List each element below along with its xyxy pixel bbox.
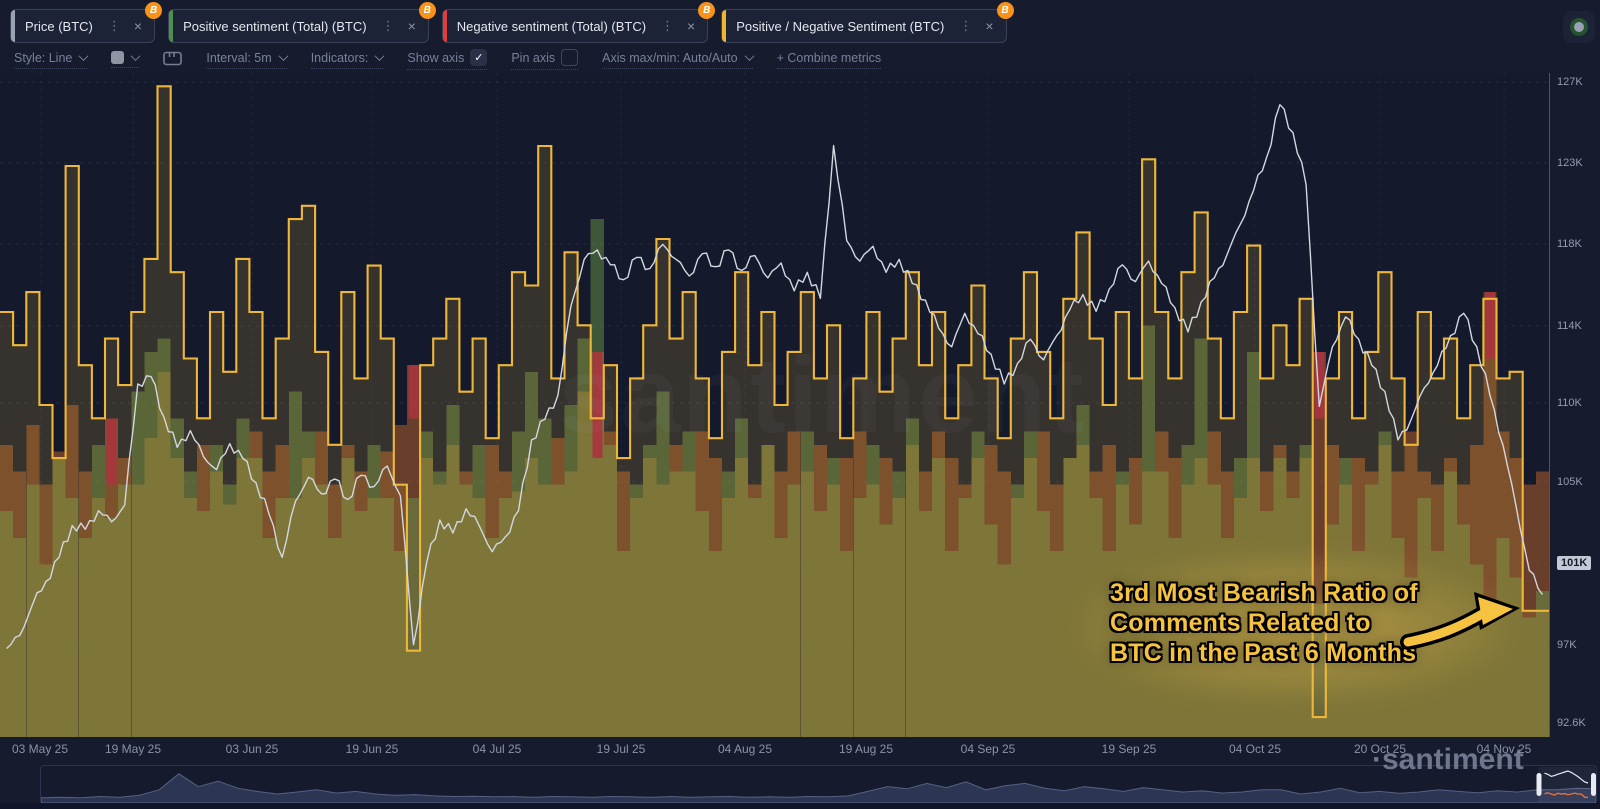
y-tick-label: 97K — [1557, 639, 1577, 651]
interval-label: Interval: 5m — [206, 51, 271, 65]
tab-accent-bar — [11, 10, 15, 42]
chevron-down-icon — [79, 51, 89, 61]
x-tick-label: 04 Sep 25 — [961, 742, 1016, 756]
tab-accent-bar — [722, 10, 726, 42]
tab-menu-button[interactable]: ⋮ — [956, 18, 975, 34]
btc-badge-icon: B — [997, 2, 1014, 19]
x-tick-label: 03 Jun 25 — [226, 742, 279, 756]
tab-menu-button[interactable]: ⋮ — [379, 18, 398, 34]
annotation-line: 3rd Most Bearish Ratio of — [1110, 578, 1418, 608]
date-x-axis: 03 May 25 19 May 25 03 Jun 25 19 Jun 25 04 J… — [0, 737, 1549, 761]
tab-label: Positive sentiment (Total) (BTC) — [183, 19, 367, 34]
navigator-handle-left[interactable] — [1537, 773, 1542, 796]
combine-metrics-button[interactable]: + Combine metrics — [777, 51, 882, 69]
combine-metrics-label: + Combine metrics — [777, 51, 882, 65]
price-y-axis: 127K 123K 118K 114K 110K 105K 101K 97K 92.6K — [1549, 73, 1600, 737]
chevron-down-icon — [744, 51, 754, 61]
tab-accent-bar — [169, 10, 173, 42]
x-tick-label: 03 May 25 — [12, 742, 68, 756]
indicators-label: Indicators: — [311, 51, 369, 65]
style-label: Style: Line — [14, 51, 72, 65]
tab-close-button[interactable]: × — [983, 18, 995, 34]
timeline-navigator[interactable] — [40, 765, 1597, 804]
x-tick-label: 04 Jul 25 — [473, 742, 522, 756]
annotation-arrow-icon — [1398, 580, 1524, 652]
tab-label: Positive / Negative Sentiment (BTC) — [736, 19, 944, 34]
x-tick-label: 04 Nov 25 — [1477, 742, 1532, 756]
x-tick-label: 04 Aug 25 — [718, 742, 772, 756]
x-tick-label: 04 Oct 25 — [1229, 742, 1281, 756]
chevron-down-icon — [278, 51, 288, 61]
annotation-line: BTC in the Past 6 Months — [1110, 638, 1418, 668]
x-tick-label: 19 Sep 25 — [1102, 742, 1157, 756]
current-price-badge: 101K — [1557, 556, 1591, 570]
x-tick-label: 20 Oct 25 — [1354, 742, 1406, 756]
pin-axis-toggle[interactable]: Pin axis — [511, 49, 578, 70]
tab-close-button[interactable]: × — [685, 18, 697, 34]
tab-label: Negative sentiment (Total) (BTC) — [457, 19, 646, 34]
btc-badge-icon: B — [419, 2, 436, 19]
color-swatch — [111, 51, 124, 64]
metric-tab-bar: Price (BTC)⋮×BPositive sentiment (Total)… — [0, 0, 1600, 46]
annotation-text: 3rd Most Bearish Ratio of Comments Relat… — [1110, 578, 1418, 668]
tab-pos-neg-ratio[interactable]: Positive / Negative Sentiment (BTC)⋮×B — [721, 9, 1006, 43]
y-tick-label: 92.6K — [1557, 717, 1586, 729]
axis-minmax-select[interactable]: Axis max/min: Auto/Auto — [602, 51, 752, 69]
x-tick-label: 19 Jun 25 — [346, 742, 399, 756]
show-axis-checkbox[interactable]: ✓ — [470, 49, 487, 66]
tab-positive-sentiment[interactable]: Positive sentiment (Total) (BTC)⋮×B — [168, 9, 429, 43]
bottom-strip — [0, 803, 1600, 809]
chart-toolbar: Style: Line Interval: 5m Indicators: Sho… — [0, 46, 1600, 73]
y-tick-label: 110K — [1557, 397, 1582, 409]
x-tick-label: 19 Aug 25 — [839, 742, 893, 756]
axis-minmax-label: Axis max/min: Auto/Auto — [602, 51, 737, 65]
tab-negative-sentiment[interactable]: Negative sentiment (Total) (BTC)⋮×B — [442, 9, 708, 43]
interval-select[interactable]: Interval: 5m — [206, 51, 286, 69]
y-tick-label: 123K — [1557, 157, 1583, 169]
navigator-handle-right[interactable] — [1591, 773, 1596, 796]
pin-axis-label: Pin axis — [511, 51, 555, 65]
annotation-line: Comments Related to — [1110, 608, 1418, 638]
indicators-select[interactable]: Indicators: — [311, 51, 384, 69]
btc-badge-icon: B — [145, 2, 162, 19]
show-axis-toggle[interactable]: Show axis ✓ — [407, 49, 487, 70]
btc-badge-icon: B — [698, 2, 715, 19]
x-tick-label: 19 Jul 25 — [597, 742, 646, 756]
style-select[interactable]: Style: Line — [14, 51, 87, 69]
axis-style-button[interactable] — [163, 51, 182, 69]
status-indicator-button[interactable] — [1563, 11, 1595, 43]
chevron-down-icon — [131, 51, 141, 61]
tab-close-button[interactable]: × — [406, 18, 418, 34]
status-ring-icon — [1570, 18, 1588, 36]
chevron-down-icon — [375, 51, 385, 61]
tab-accent-bar — [443, 10, 447, 42]
ruler-icon — [163, 51, 182, 66]
y-tick-label: 114K — [1557, 320, 1582, 332]
tab-label: Price (BTC) — [25, 19, 93, 34]
y-tick-label: 105K — [1557, 476, 1583, 488]
x-tick-label: 19 May 25 — [105, 742, 161, 756]
tab-menu-button[interactable]: ⋮ — [658, 18, 677, 34]
color-swatch-select[interactable] — [111, 51, 139, 68]
y-tick-label: 118K — [1557, 238, 1582, 250]
santiment-chart-app: Price (BTC)⋮×BPositive sentiment (Total)… — [0, 0, 1600, 809]
show-axis-label: Show axis — [407, 51, 464, 65]
tab-menu-button[interactable]: ⋮ — [105, 18, 124, 34]
pin-axis-checkbox[interactable] — [561, 49, 578, 66]
y-tick-label: 127K — [1557, 76, 1583, 88]
tab-price[interactable]: Price (BTC)⋮×B — [10, 9, 155, 43]
tab-close-button[interactable]: × — [132, 18, 144, 34]
